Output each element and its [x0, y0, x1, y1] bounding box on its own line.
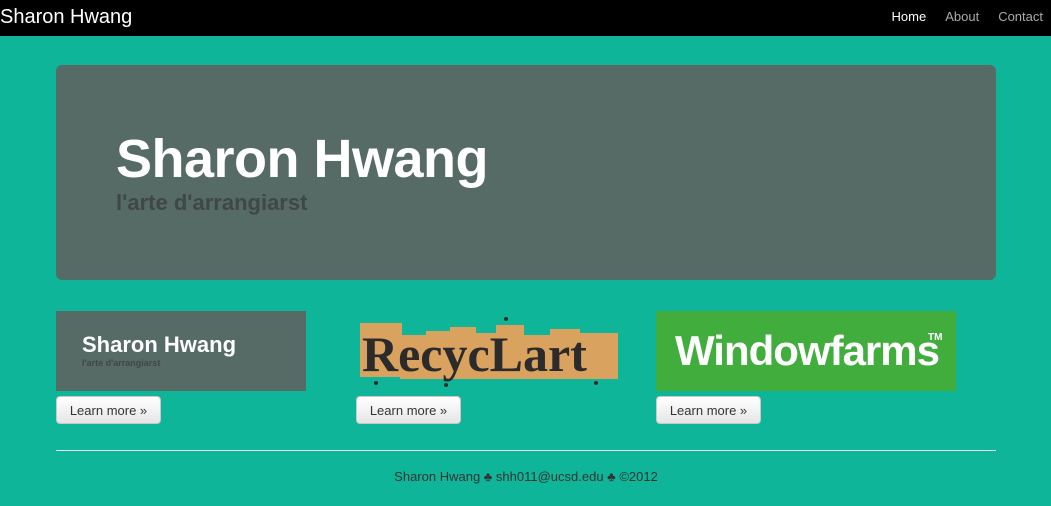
hero-title: Sharon Hwang: [116, 129, 489, 189]
sharon-hwang-thumbnail: Sharon Hwang l'arte d'arrangiarst: [56, 311, 306, 391]
nav-contact[interactable]: Contact: [998, 10, 1043, 24]
top-navbar: Sharon Hwang Home About Contact: [0, 0, 1051, 36]
recyclart-logo-art: RecycLart: [360, 317, 618, 387]
recyclart-logo-text: RecycLart: [362, 326, 587, 382]
thumbnail-title: Sharon Hwang: [82, 332, 237, 357]
nav-home[interactable]: Home: [892, 10, 927, 24]
footer-text: Sharon Hwang ♣ shh011@ucsd.edu ♣ ©2012: [394, 469, 658, 484]
recyclart-logo: RecycLart: [356, 311, 622, 391]
windowfarms-logo: Windowfarms TM: [656, 311, 956, 391]
learn-more-button-windowfarms[interactable]: Learn more »: [656, 396, 761, 424]
nav-links: Home About Contact: [892, 10, 1043, 24]
thumbnail-subtitle: l'arte d'arrangiarst: [82, 358, 161, 368]
hero-unit: Sharon Hwang l'arte d'arrangiarst: [56, 65, 996, 280]
windowfarms-logo-text: Windowfarms: [675, 327, 940, 374]
nav-about[interactable]: About: [945, 10, 979, 24]
hero-subtitle: l'arte d'arrangiarst: [116, 190, 308, 215]
brand-link[interactable]: Sharon Hwang: [0, 6, 132, 28]
learn-more-button-recyclart[interactable]: Learn more »: [356, 396, 461, 424]
footer-divider: [56, 450, 996, 451]
trademark-mark: TM: [928, 332, 943, 343]
learn-more-button-sharon-hwang[interactable]: Learn more »: [56, 396, 161, 424]
